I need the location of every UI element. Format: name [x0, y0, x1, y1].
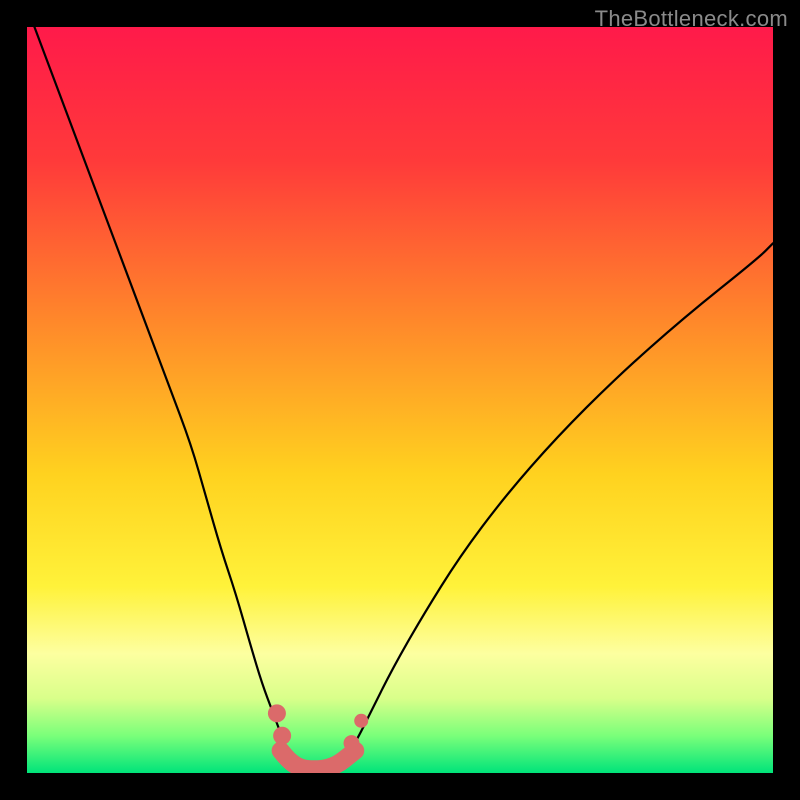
chart-svg [27, 27, 773, 773]
chart-background [27, 27, 773, 773]
watermark-text: TheBottleneck.com [595, 6, 788, 32]
right-marker-upper [354, 714, 368, 728]
left-marker-upper [268, 704, 286, 722]
right-marker-lower [344, 735, 360, 751]
left-marker-lower [273, 727, 291, 745]
chart-plot-area [27, 27, 773, 773]
